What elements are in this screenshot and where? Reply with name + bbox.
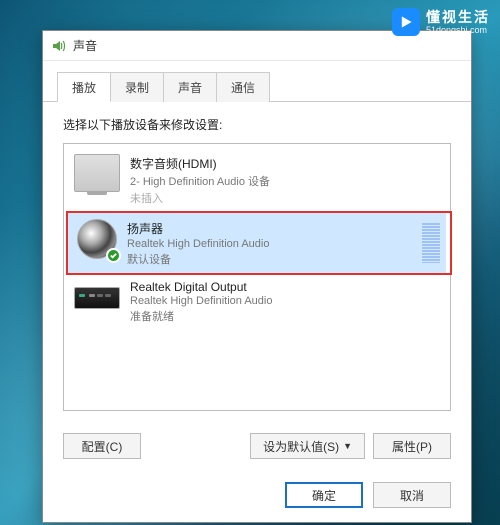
instruction-text: 选择以下播放设备来修改设置: [63,116,451,133]
device-name: 数字音频(HDMI) [130,155,440,172]
volume-meter [422,223,440,263]
set-default-button[interactable]: 设为默认值(S) ▼ [250,433,365,459]
tab-2[interactable]: 声音 [163,72,217,102]
device-name: 扬声器 [127,220,412,237]
device-status: 未插入 [130,190,440,206]
tab-1[interactable]: 录制 [110,72,164,102]
receiver-icon [74,287,120,309]
watermark: 懂视生活 51dongshi.com [392,8,490,36]
device-desc: 2- High Definition Audio 设备 [130,173,440,189]
device-name: Realtek Digital Output [130,280,440,294]
tab-0[interactable]: 播放 [57,72,111,102]
device-row[interactable]: 扬声器Realtek High Definition Audio默认设备 [68,213,446,273]
ok-button[interactable]: 确定 [285,482,363,508]
device-row[interactable]: 数字音频(HDMI)2- High Definition Audio 设备未插入 [68,148,446,213]
watermark-play-icon [392,8,420,36]
check-icon [106,248,121,263]
device-status: 默认设备 [127,251,412,267]
device-list[interactable]: 数字音频(HDMI)2- High Definition Audio 设备未插入… [63,143,451,411]
tab-bar: 播放录制声音通信 [43,61,471,102]
tab-3[interactable]: 通信 [216,72,270,102]
watermark-title: 懂视生活 [426,10,490,24]
watermark-sub: 51dongshi.com [426,26,490,35]
device-status: 准备就绪 [130,308,440,324]
device-row[interactable]: Realtek Digital OutputRealtek High Defin… [68,273,446,330]
sound-dialog: 声音 播放录制声音通信 选择以下播放设备来修改设置: 数字音频(HDMI)2- … [42,30,472,523]
cancel-button[interactable]: 取消 [373,482,451,508]
configure-button[interactable]: 配置(C) [63,433,141,459]
monitor-icon [74,154,120,192]
device-desc: Realtek High Definition Audio [130,295,440,307]
properties-button[interactable]: 属性(P) [373,433,451,459]
chevron-down-icon: ▼ [343,441,352,451]
speaker-icon [51,38,67,54]
dialog-title: 声音 [73,37,97,54]
speaker-icon [77,219,117,259]
device-desc: Realtek High Definition Audio [127,238,412,250]
